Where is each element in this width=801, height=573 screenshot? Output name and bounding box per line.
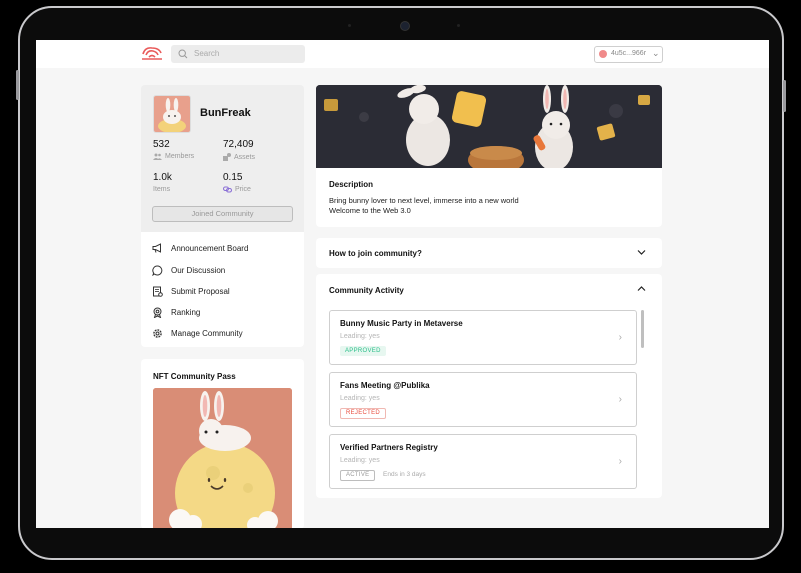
members-label-row: Members	[153, 153, 194, 160]
assets-label-row: Assets	[223, 153, 255, 161]
status-badge-approved: APPROVED	[340, 346, 386, 356]
menu-item-ranking[interactable]: Ranking	[152, 305, 200, 319]
description-line-1: Bring bunny lover to next level, immerse…	[329, 196, 519, 205]
description-text: Bring bunny lover to next level, immerse…	[329, 196, 519, 216]
activity-item-verified-partners-registry[interactable]: Verified Partners Registry Leading: yes …	[329, 434, 637, 489]
activity-item-fans-meeting[interactable]: Fans Meeting @Publika Leading: yes REJEC…	[329, 372, 637, 427]
how-to-join-accordion[interactable]: How to join community?	[316, 238, 662, 268]
document-icon	[153, 286, 163, 297]
sensor-dot	[457, 24, 460, 27]
menu-item-label: Submit Proposal	[171, 286, 230, 296]
chevron-down-icon: ⌄	[652, 48, 660, 58]
menu-item-label: Manage Community	[171, 328, 243, 338]
community-banner-image	[316, 85, 662, 168]
joined-community-button[interactable]: Joined Community	[152, 206, 293, 222]
members-icon	[153, 153, 162, 160]
items-label: Items	[153, 186, 171, 193]
link-icon	[223, 186, 232, 193]
items-count: 1.0k	[153, 172, 172, 183]
wallet-avatar	[599, 50, 607, 58]
app-screen: Search 4u5c...966r ⌄ BunFreak 532 Member…	[36, 40, 769, 528]
menu-item-label: Ranking	[171, 307, 201, 317]
chevron-right-icon: ›	[618, 394, 622, 405]
gear-icon	[153, 328, 162, 338]
nft-pass-card: NFT Community Pass	[141, 359, 304, 528]
chat-bubble-icon	[152, 264, 163, 276]
chevron-right-icon: ›	[618, 332, 622, 343]
price-value: 0.15	[223, 172, 243, 183]
assets-label: Assets	[234, 153, 256, 161]
assets-icon	[223, 153, 231, 161]
search-placeholder: Search	[194, 49, 220, 58]
nft-pass-title: NFT Community Pass	[153, 372, 236, 381]
activity-title: Verified Partners Registry	[340, 443, 438, 452]
megaphone-icon	[152, 243, 161, 253]
members-label: Members	[165, 153, 195, 160]
activity-title: Bunny Music Party in Metaverse	[340, 319, 463, 328]
menu-item-label: Our Discussion	[171, 265, 226, 275]
community-activity-panel: Community Activity Bunny Music Party in …	[316, 274, 662, 498]
description-card: Description Bring bunny lover to next le…	[316, 168, 662, 227]
status-badge-active: ACTIVE	[340, 470, 376, 481]
nft-pass-image[interactable]	[153, 388, 292, 528]
power-button	[783, 80, 786, 112]
bunny-avatar-image	[154, 96, 190, 132]
activity-item-bunny-music-party[interactable]: Bunny Music Party in Metaverse Leading: …	[329, 310, 637, 365]
top-bar: Search 4u5c...966r ⌄	[36, 40, 769, 68]
description-line-2: Welcome to the Web 3.0	[329, 206, 411, 215]
description-heading: Description	[329, 180, 374, 189]
price-label: Price	[235, 186, 251, 193]
activity-ends-in: Ends in 3 days	[383, 471, 426, 478]
how-to-join-heading: How to join community?	[329, 249, 422, 258]
sensor-dot	[348, 24, 351, 27]
menu-item-submit-proposal[interactable]: Submit Proposal	[152, 284, 230, 298]
brand-logo-icon[interactable]	[141, 46, 163, 62]
menu-item-label: Announcement Board	[171, 243, 249, 253]
award-icon	[153, 307, 162, 318]
community-avatar	[153, 95, 191, 133]
search-icon	[178, 49, 188, 59]
chevron-up-icon[interactable]	[637, 285, 646, 292]
price-label-row: Price	[223, 186, 251, 193]
activity-subtitle: Leading: yes	[340, 395, 380, 402]
activity-subtitle: Leading: yes	[340, 457, 380, 464]
activity-title: Fans Meeting @Publika	[340, 381, 430, 390]
front-camera	[400, 21, 410, 31]
wallet-selector[interactable]: 4u5c...966r ⌄	[594, 46, 663, 63]
items-label-row: Items	[153, 186, 172, 193]
menu-item-manage-community[interactable]: Manage Community	[152, 326, 243, 340]
community-name: BunFreak	[200, 107, 251, 119]
community-menu: Announcement Board Our Discussion Submit…	[141, 232, 304, 347]
bunnies-mooncake-banner	[316, 85, 662, 168]
stat-price: 0.15 Price	[223, 172, 251, 193]
chevron-right-icon: ›	[618, 456, 622, 467]
assets-count: 72,409	[223, 139, 254, 150]
volume-button	[16, 70, 19, 100]
community-activity-heading: Community Activity	[329, 286, 404, 295]
wallet-address: 4u5c...966r	[611, 50, 647, 57]
menu-item-announcement-board[interactable]: Announcement Board	[152, 241, 248, 255]
bunny-mooncake-illustration	[153, 388, 292, 528]
community-profile-card: BunFreak 532 Members 72,409 Assets 1.0k …	[141, 85, 304, 232]
search-input[interactable]: Search	[171, 45, 305, 63]
status-badge-rejected: REJECTED	[340, 408, 387, 419]
members-count: 532	[153, 139, 170, 150]
activity-subtitle: Leading: yes	[340, 333, 380, 340]
stat-items: 1.0k Items	[153, 172, 172, 193]
chevron-down-icon	[637, 250, 646, 255]
menu-item-our-discussion[interactable]: Our Discussion	[152, 263, 225, 277]
stat-members: 532 Members	[153, 139, 194, 160]
activity-scrollbar[interactable]	[641, 310, 644, 348]
stat-assets: 72,409 Assets	[223, 139, 255, 161]
